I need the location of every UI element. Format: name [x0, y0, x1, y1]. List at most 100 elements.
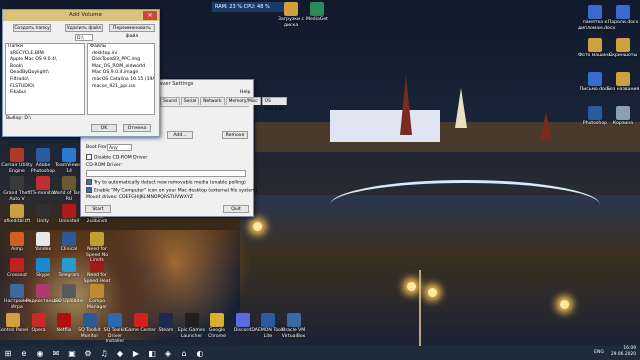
tab-sound[interactable]: Sound [160, 97, 180, 105]
detect-media-option[interactable]: Try to automatically detect new removabl… [86, 179, 246, 186]
files-list[interactable]: Файлы desktop.ini DiskTools83_PPC.img Mac_… [87, 43, 155, 115]
delete-file-button[interactable]: Удалить файл [65, 24, 103, 32]
app-icon [210, 313, 224, 327]
detect-media-label: Try to automatically detect new removabl… [94, 180, 246, 186]
remove-button[interactable]: Remove [222, 131, 248, 139]
cdrom-driver-select[interactable] [86, 170, 246, 177]
app-icon [36, 176, 50, 190]
desktop-icon[interactable]: Без названия [606, 72, 640, 93]
desktop-icon-label: Пароли.docx [607, 20, 639, 25]
taskbar-app-icon[interactable]: ✉ [49, 347, 63, 359]
mount-drives-label: Mount drives: [86, 195, 118, 200]
disable-cdrom-checkbox[interactable] [86, 154, 92, 160]
app-icon [284, 2, 298, 16]
taskbar-app-icon[interactable]: ♫ [97, 347, 111, 359]
tab-network[interactable]: Network [200, 97, 225, 105]
enable-mycomputer-checkbox[interactable] [86, 187, 92, 193]
folder-item[interactable]: Fikabu\ [8, 90, 84, 97]
desktop-icon[interactable]: Need for Speed No Limits [80, 232, 114, 264]
file-item[interactable]: macOS Catalina 10.15 (19A583_1... [90, 77, 154, 84]
files-items: desktop.ini DiskTools83_PPC.img Mac_OS_ROM… [88, 51, 154, 91]
app-icon [10, 258, 24, 272]
desktop-icon[interactable]: Скриншоты [606, 38, 640, 59]
add-button[interactable]: Add... [167, 131, 193, 139]
app-icon [90, 232, 104, 246]
close-icon[interactable]: ✕ [143, 11, 157, 20]
taskbar-app-icon[interactable]: ⚙ [81, 347, 95, 359]
wallpaper-tower [400, 75, 412, 135]
wallpaper-bridge [330, 180, 600, 205]
tab-os-compiler[interactable]: OS Compiler [261, 97, 288, 112]
enable-mycomputer-label: Enable "My Computer" icon on your Mac de… [94, 188, 258, 194]
app-icon [10, 284, 24, 298]
desktop-icon[interactable]: Oracle VM VirtualBox [277, 313, 311, 339]
app-icon [31, 313, 46, 327]
help-menu[interactable]: Help [240, 90, 250, 95]
folders-items: $RECYCLE.BIN\ Apple Mac OS 9.0.4\ Book\ Dea… [6, 51, 84, 97]
folders-list[interactable]: Папки $RECYCLE.BIN\ Apple Mac OS 9.0.4\ Bo… [5, 43, 85, 115]
file-item[interactable]: Mac OS 9.0.4.image [90, 70, 154, 77]
app-icon [62, 204, 76, 218]
taskbar-app-icon[interactable]: ◉ [33, 347, 47, 359]
quit-button[interactable]: Quit [223, 205, 249, 213]
wallpaper-kremlin-wall [255, 122, 640, 152]
taskbar-app-icon[interactable]: ▶ [129, 347, 143, 359]
clock[interactable]: 16:09 29.06.2020 [611, 346, 636, 360]
desktop-icon[interactable]: Корзина [606, 106, 640, 127]
cdrom-driver-label: CD-ROM Driver: [86, 163, 123, 168]
app-icon [159, 313, 173, 327]
rename-file-button[interactable]: Переименовать файл [109, 24, 155, 39]
taskbar-app-icon[interactable]: ⌂ [177, 347, 191, 359]
file-item[interactable]: DiskTools83_PPC.img [90, 57, 154, 64]
ok-button[interactable]: OK [91, 124, 117, 132]
app-icon [10, 148, 24, 162]
boot-from-value: Any [109, 146, 118, 151]
app-icon [36, 204, 50, 218]
cancel-button[interactable]: Отмена [123, 124, 151, 132]
detect-media-checkbox[interactable] [86, 179, 92, 185]
app-icon [36, 284, 50, 298]
wallpaper-bell-tower [455, 88, 467, 128]
app-icon [90, 284, 104, 298]
files-header: Файлы [90, 44, 107, 49]
enable-mycomputer-option[interactable]: Enable "My Computer" icon on your Mac de… [86, 187, 257, 194]
app-icon [588, 106, 602, 120]
folder-item[interactable]: Apple Mac OS 9.0.4\ [8, 57, 84, 64]
tab-serial[interactable]: Serial [180, 97, 200, 105]
mount-drives-value[interactable]: CDEFGHIJKLMNOPQRSTUVWXYZ [119, 195, 193, 200]
app-icon [616, 38, 630, 52]
create-folder-button[interactable]: Создать папку [13, 24, 51, 32]
tab-memory-misc[interactable]: Memory/Misc [225, 97, 261, 105]
settings-tabs: Sound Serial Network Memory/Misc OS Comp… [160, 97, 288, 112]
settings-window-title: aver Settings [159, 81, 194, 87]
language-indicator[interactable]: ENG [594, 350, 604, 355]
start-button[interactable]: Start [85, 205, 111, 213]
desktop-icon[interactable]: MediaGet [300, 2, 334, 23]
desktop-icon-label: Need for Speed No Limits [85, 247, 109, 263]
selection-label: Выбор: D:\ [6, 116, 31, 121]
desktop-icon[interactable]: Пароли.docx [606, 5, 640, 26]
app-icon [184, 313, 199, 327]
desktop-icon-label: Без названия [606, 87, 640, 92]
app-icon [62, 176, 76, 190]
desktop-icon-label: Need for Speed Heat [83, 273, 111, 284]
folders-header: Папки [8, 44, 24, 49]
file-item[interactable]: macos_921_ppi.iso [90, 84, 154, 91]
taskbar-app-icon[interactable]: ◧ [145, 347, 159, 359]
desktop-icon-label: Скриншоты [608, 53, 638, 58]
boot-from-select[interactable]: Any [107, 144, 132, 151]
desktop-icon[interactable]: Compo Manager [80, 284, 114, 310]
taskbar-app-icon[interactable]: e [17, 347, 31, 359]
taskbar-app-icon[interactable]: ⊞ [1, 347, 15, 359]
taskbar-app-icon[interactable]: ◐ [193, 347, 207, 359]
app-icon [6, 313, 20, 327]
add-volume-dialog: Add Volume ✕ Создать папку Удалить файл … [2, 9, 160, 137]
taskbar-app-icon[interactable]: ◆ [113, 347, 127, 359]
drive-select[interactable]: D:\ [75, 34, 93, 41]
taskbar-app-icon[interactable]: ◈ [161, 347, 175, 359]
folder-item[interactable]: DeadByDaylight\ [8, 70, 84, 77]
taskbar-app-icon[interactable]: ▣ [65, 347, 79, 359]
folder-item[interactable]: Filtrado\ [8, 77, 84, 84]
disable-cdrom-option[interactable]: Disable CD-ROM Driver [86, 154, 147, 161]
app-icon [616, 106, 630, 120]
